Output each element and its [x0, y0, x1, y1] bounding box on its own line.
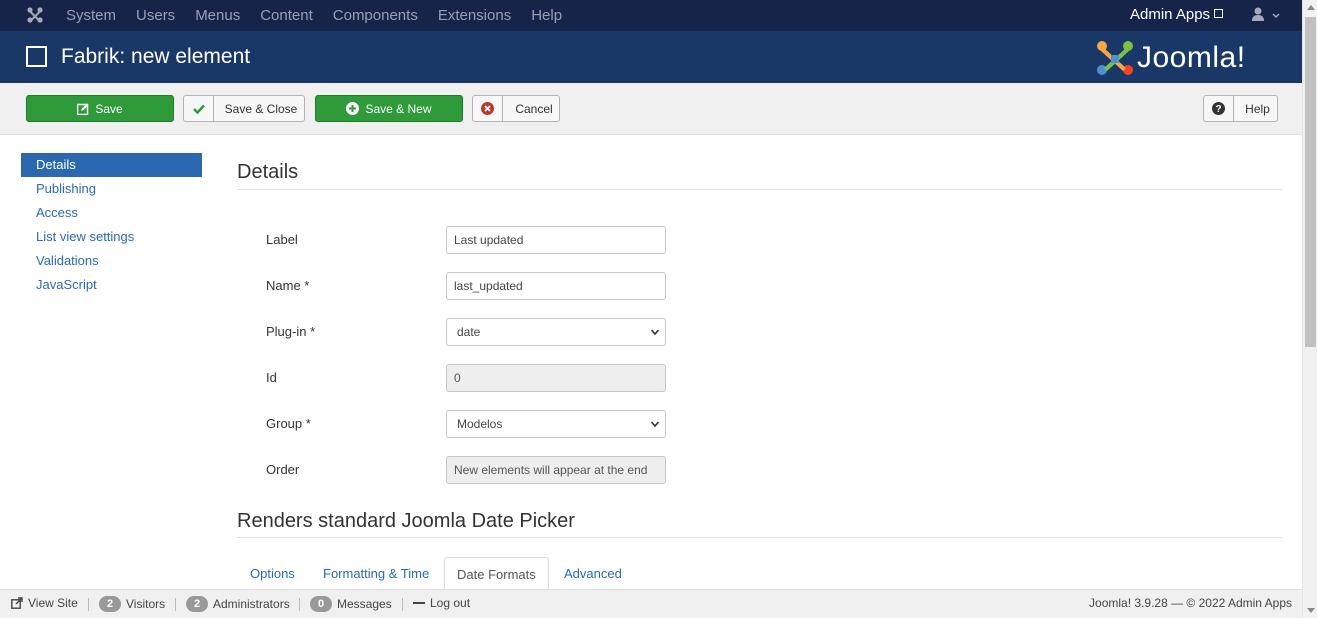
chevron-down-icon [651, 421, 659, 428]
cancel-button[interactable]: Cancel [472, 95, 560, 122]
order-input: New elements will appear at the end [446, 456, 666, 484]
group-select[interactable]: Modelos [446, 410, 666, 438]
sidebar-item-list-view-settings[interactable]: List view settings [21, 225, 202, 249]
visitors-count-badge: 2 [99, 596, 121, 612]
user-menu-icon[interactable] [1251, 7, 1281, 23]
save-button[interactable]: Save [26, 95, 174, 122]
sidebar-item-publishing[interactable]: Publishing [21, 177, 202, 201]
plugin-select-value: date [457, 325, 481, 339]
cancel-label: Cancel [515, 101, 553, 116]
scroll-up-arrow-icon[interactable] [1307, 5, 1315, 10]
label-field-label: Label [266, 232, 298, 247]
plugin-description-heading: Renders standard Joomla Date Picker [237, 510, 575, 532]
id-input: 0 [446, 364, 666, 392]
messages-link[interactable]: 0 Messages [310, 596, 392, 612]
view-site-label: View Site [28, 596, 78, 610]
menu-extensions[interactable]: Extensions [428, 7, 521, 24]
sidebar-item-javascript[interactable]: JavaScript [21, 273, 202, 297]
external-link-icon [1214, 9, 1224, 18]
admin-site-label: Admin Apps [1130, 6, 1211, 23]
help-button[interactable]: ? Help [1203, 95, 1278, 122]
minus-icon [413, 602, 425, 604]
group-field-label: Group * [266, 416, 311, 431]
divider [237, 537, 1282, 538]
administrators-link[interactable]: 2 Administrators [186, 596, 290, 612]
copyright-text: Joomla! 3.9.28 — © 2022 Admin Apps [1089, 596, 1292, 610]
tab-advanced[interactable]: Advanced [552, 557, 634, 589]
admins-label: Administrators [213, 597, 290, 611]
logout-label: Log out [430, 596, 471, 610]
joomla-wordmark: Joomla! [1137, 41, 1246, 74]
id-input-value: 0 [454, 371, 461, 385]
menu-content[interactable]: Content [250, 7, 323, 24]
cancel-circle-icon [473, 96, 503, 121]
help-label: Help [1245, 101, 1270, 116]
separator [402, 598, 403, 611]
tab-formatting-time[interactable]: Formatting & Time [311, 557, 441, 589]
svg-text:?: ? [1215, 104, 1221, 115]
external-link-icon [11, 597, 23, 609]
page-header: Fabrik: new element Joomla! [0, 31, 1302, 83]
name-input[interactable]: last_updated [446, 272, 666, 300]
messages-count-badge: 0 [310, 596, 332, 612]
name-field-label: Name * [266, 278, 310, 293]
messages-label: Messages [337, 597, 392, 611]
chevron-down-icon [651, 329, 659, 336]
order-input-value: New elements will appear at the end [454, 463, 648, 477]
menu-help[interactable]: Help [521, 7, 572, 24]
id-field-label: Id [266, 370, 277, 385]
save-new-button[interactable]: Save & New [315, 95, 463, 122]
scrollbar-thumb[interactable] [1305, 17, 1316, 347]
plugin-select[interactable]: date [446, 318, 666, 346]
save-close-button[interactable]: Save & Close [183, 95, 305, 122]
label-input-value: Last updated [454, 233, 524, 247]
vertical-scrollbar[interactable] [1302, 0, 1317, 618]
toolbar: Save Save & Close Save & New Cancel ? He… [0, 83, 1302, 135]
sidebar-nav: Details Publishing Access List view sett… [21, 153, 202, 297]
name-input-value: last_updated [454, 279, 523, 293]
scroll-down-arrow-icon[interactable] [1307, 608, 1315, 613]
visitors-link[interactable]: 2 Visitors [99, 596, 165, 612]
visitors-label: Visitors [126, 597, 166, 611]
separator [175, 598, 176, 611]
tab-date-formats[interactable]: Date Formats [444, 557, 549, 589]
tab-options[interactable]: Options [238, 557, 307, 589]
main-menu: System Users Menus Content Components Ex… [56, 0, 572, 31]
sidebar-item-details[interactable]: Details [21, 153, 202, 177]
view-site-link[interactable]: View Site [11, 596, 78, 610]
joomla-brand-logo: Joomla! [1095, 39, 1285, 77]
details-heading: Details [237, 161, 299, 183]
joomla-logo-icon [1097, 41, 1133, 75]
check-icon [184, 96, 214, 121]
group-select-value: Modelos [457, 417, 503, 431]
sidebar-item-validations[interactable]: Validations [21, 249, 202, 273]
menu-components[interactable]: Components [323, 7, 428, 24]
top-navbar: System Users Menus Content Components Ex… [0, 0, 1302, 31]
question-icon: ? [1204, 96, 1234, 121]
save-new-label: Save & New [365, 101, 432, 116]
order-field-label: Order [266, 462, 300, 477]
status-bar: View Site 2 Visitors 2 Administrators 0 … [0, 589, 1302, 618]
page-title: Fabrik: new element [61, 45, 251, 68]
plus-circle-icon [346, 102, 360, 115]
plugin-field-label: Plug-in * [266, 324, 316, 339]
page-checkbox-icon [26, 46, 47, 67]
save-close-label: Save & Close [224, 101, 298, 116]
menu-menus[interactable]: Menus [185, 7, 250, 24]
menu-users[interactable]: Users [126, 7, 185, 24]
sidebar-item-access[interactable]: Access [21, 201, 202, 225]
label-input[interactable]: Last updated [446, 226, 666, 254]
divider [237, 189, 1282, 190]
plugin-tabs: Options Formatting & Time Date Formats A… [237, 557, 1282, 589]
edit-icon [77, 103, 89, 115]
admin-site-link[interactable]: Admin Apps [1130, 6, 1224, 23]
separator [299, 598, 300, 611]
logout-link[interactable]: Log out [413, 596, 470, 610]
admins-count-badge: 2 [186, 596, 208, 612]
joomla-menu-icon[interactable] [26, 6, 44, 24]
separator [88, 598, 89, 611]
save-label: Save [95, 101, 123, 116]
menu-system[interactable]: System [56, 7, 126, 24]
